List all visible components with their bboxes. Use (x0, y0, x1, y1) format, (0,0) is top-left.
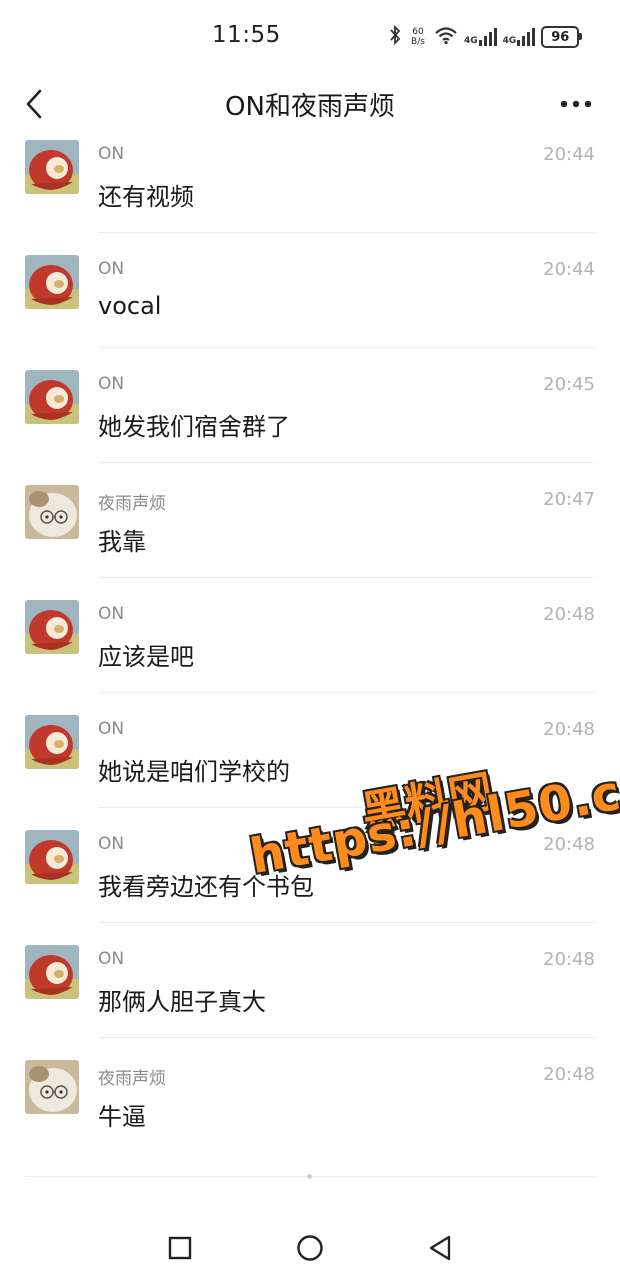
message-sender: ON (98, 949, 125, 969)
wifi-icon (434, 25, 458, 49)
message-divider (98, 692, 595, 693)
message-sender: 夜雨声烦 (98, 494, 166, 514)
message-divider (98, 462, 595, 463)
message-item[interactable]: 夜雨声烦 20:47 我靠 (0, 481, 620, 596)
message-text: 那俩人胆子真大 (98, 988, 266, 1016)
cell-signal-icon-2: 4G (503, 28, 536, 46)
message-text: 还有视频 (98, 183, 194, 211)
message-item[interactable]: ON 20:44 还有视频 (0, 136, 620, 251)
red-hood-avatar[interactable] (25, 830, 79, 884)
message-text: 她说是咱们学校的 (98, 758, 290, 786)
message-divider (98, 1037, 595, 1038)
message-time: 20:48 (543, 604, 595, 625)
chat-header: ON和夜雨声烦 (0, 72, 620, 136)
back-nav-icon (429, 1235, 451, 1261)
recent-apps-button[interactable] (162, 1230, 198, 1266)
scroll-indicator (307, 1174, 312, 1179)
message-sender: ON (98, 834, 125, 854)
message-time: 20:48 (543, 719, 595, 740)
message-item[interactable]: ON 20:48 应该是吧 (0, 596, 620, 711)
message-divider (98, 577, 595, 578)
status-time: 11:55 (212, 22, 281, 48)
message-item[interactable]: ON 20:48 那俩人胆子真大 (0, 941, 620, 1056)
red-hood-avatar[interactable] (25, 370, 79, 424)
message-time: 20:44 (543, 259, 595, 280)
status-bar: 11:55 60 B/s 4G 4G 96 (0, 0, 620, 72)
message-item[interactable]: ON 20:45 她发我们宿舍群了 (0, 366, 620, 481)
message-sender: ON (98, 144, 125, 164)
recent-apps-icon (168, 1236, 192, 1260)
cell-signal-icon-1: 4G (464, 28, 497, 46)
message-sender: ON (98, 604, 125, 624)
home-icon (297, 1235, 323, 1261)
message-text: vocal (98, 292, 162, 320)
message-text: 应该是吧 (98, 643, 194, 671)
signal-2-label: 4G (502, 36, 517, 46)
message-sender: ON (98, 374, 125, 394)
more-dots-icon (560, 100, 592, 108)
red-hood-avatar[interactable] (25, 600, 79, 654)
red-hood-avatar[interactable] (25, 255, 79, 309)
page-title: ON和夜雨声烦 (225, 92, 395, 122)
message-time: 20:44 (543, 144, 595, 165)
message-divider (98, 922, 595, 923)
message-time: 20:47 (543, 489, 595, 510)
status-icons: 60 B/s 4G 4G 96 (388, 22, 583, 52)
message-text: 她发我们宿舍群了 (98, 413, 290, 441)
more-options-button[interactable] (556, 84, 596, 124)
message-time: 20:45 (543, 374, 595, 395)
net-speed-unit: B/s (411, 37, 425, 47)
message-item[interactable]: 夜雨声烦 20:48 牛逼 (0, 1056, 620, 1171)
bluetooth-icon (388, 24, 402, 50)
message-time: 20:48 (543, 949, 595, 970)
message-sender: ON (98, 719, 125, 739)
message-divider (98, 232, 595, 233)
red-hood-avatar[interactable] (25, 140, 79, 194)
back-nav-button[interactable] (422, 1230, 458, 1266)
red-hood-avatar[interactable] (25, 945, 79, 999)
glasses-cat-avatar[interactable] (25, 1060, 79, 1114)
message-sender: ON (98, 259, 125, 279)
battery-indicator: 96 (541, 26, 583, 48)
message-sender: 夜雨声烦 (98, 1069, 166, 1089)
message-time: 20:48 (543, 1064, 595, 1085)
signal-1-label: 4G (464, 36, 478, 46)
glasses-cat-avatar[interactable] (25, 485, 79, 539)
system-nav-bar (0, 1216, 620, 1280)
message-item[interactable]: ON 20:44 vocal (0, 251, 620, 366)
red-hood-avatar[interactable] (25, 715, 79, 769)
message-text: 牛逼 (98, 1103, 146, 1131)
net-speed: 60 B/s (408, 27, 428, 47)
message-text: 我靠 (98, 528, 146, 556)
message-divider (98, 347, 595, 348)
home-button[interactable] (292, 1230, 328, 1266)
message-time: 20:48 (543, 834, 595, 855)
net-speed-value: 60 (412, 27, 424, 37)
